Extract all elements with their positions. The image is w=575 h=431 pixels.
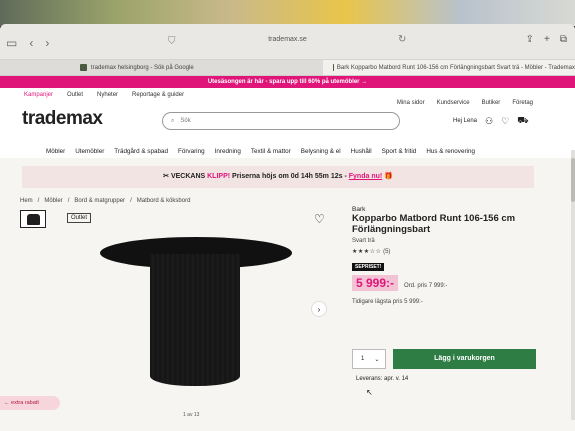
image-pager: 1 av 13 (183, 412, 200, 418)
scissors-icon: ✂ (163, 173, 169, 180)
category-item[interactable]: Sport & fritid (382, 148, 417, 155)
mouse-cursor-icon: ↖ (366, 388, 373, 397)
review-count: (5) (383, 249, 391, 255)
product-section: Outlet ♡ › Bark Kopparbo Matbord Runt 10… (0, 204, 575, 431)
category-item[interactable]: Hushåll (351, 148, 372, 155)
category-item[interactable]: Utemöbler (75, 148, 104, 155)
flash-link[interactable]: Fynda nu! (349, 173, 382, 180)
category-item[interactable]: Trädgård & spabad (114, 148, 168, 155)
gift-icon: 🎁 (384, 173, 393, 180)
topnav-outlet[interactable]: Outlet (67, 92, 83, 98)
user-greeting[interactable]: Hej Lena (453, 118, 477, 124)
nav-butiker[interactable]: Butiker (482, 100, 501, 106)
search-placeholder: Sök (180, 118, 191, 124)
flash-countdown: Priserna höjs om 0d 14h 55m 12s - (232, 173, 347, 180)
product-rating[interactable]: ★★★☆☆ (5) (352, 248, 542, 255)
topnav-reportage[interactable]: Reportage & guider (132, 92, 184, 98)
wishlist-heart-icon[interactable]: ♡ (314, 212, 325, 226)
quantity-value: 1 (361, 356, 365, 362)
nav-foretag[interactable]: Företag (512, 100, 533, 106)
search-icon: ⌕ (171, 117, 175, 124)
category-item[interactable]: Belysning & el (301, 148, 341, 155)
category-item[interactable]: Förvaring (178, 148, 205, 155)
thumbnail-image (27, 214, 40, 225)
user-icon[interactable]: ⚇ (485, 116, 493, 127)
category-item[interactable]: Möbler (46, 148, 65, 155)
product-color: Svart trä (352, 238, 375, 244)
sale-badge: SEPRISET! (352, 263, 385, 271)
flash-prefix: VECKANS (170, 173, 206, 180)
tab-label: Bark Kopparbo Matbord Runt 106-156 cm Fö… (336, 64, 575, 71)
site-logo[interactable]: trademax (22, 108, 103, 130)
flash-sale-banner[interactable]: ✂ VECKANS KLIPP! Priserna höjs om 0d 14h… (22, 166, 534, 188)
extra-discount-tab[interactable]: ← extra rabatt (0, 396, 60, 410)
cart-icon[interactable]: ⛟ (517, 115, 528, 127)
user-area: Hej Lena ⚇ ♡ ⛟ (453, 115, 529, 127)
tab-overview-icon[interactable]: ⧉ (560, 34, 567, 45)
product-image-pedestal (150, 254, 240, 386)
current-price: 5 999:- (352, 275, 399, 291)
delivery-estimate: Leverans: apr. v. 14 (356, 376, 409, 382)
page-scrollbar[interactable] (571, 150, 575, 420)
category-item[interactable]: Textil & mattor (251, 148, 291, 155)
top-nav: Kampanjer Outlet Nyheter Reportage & gui… (24, 92, 184, 98)
tab-google[interactable]: trademax helsingborg - Sök på Google (0, 60, 323, 75)
category-item[interactable]: Inredning (215, 148, 241, 155)
nav-kundservice[interactable]: Kundservice (437, 100, 470, 106)
flash-highlight: KLIPP! (207, 173, 231, 180)
product-thumbnail[interactable] (20, 210, 46, 228)
product-title: Kopparbo Matbord Runt 106-156 cm Förläng… (352, 213, 516, 235)
browser-toolbar: ▭ ‹ › ⛉ trademax.se ↻ ⇪ + ⧉ (0, 24, 575, 60)
site-header: Kampanjer Outlet Nyheter Reportage & gui… (0, 88, 575, 144)
add-to-cart-button[interactable]: Lägg i varukorgen (393, 349, 536, 369)
price-row: 5 999:- Ord. pris 7 999:- (352, 275, 542, 291)
chevron-down-icon: ⌄ (374, 356, 380, 363)
share-icon[interactable]: ⇪ (526, 34, 534, 45)
product-brand[interactable]: Bark (352, 206, 542, 213)
nav-mina-sidor[interactable]: Mina sidor (397, 100, 425, 106)
google-favicon-icon (80, 64, 87, 71)
tab-trademax[interactable]: Bark Kopparbo Matbord Runt 106-156 cm Fö… (322, 60, 575, 75)
topnav-nyheter[interactable]: Nyheter (97, 92, 118, 98)
product-info: Bark Kopparbo Matbord Runt 106-156 cm Fö… (352, 204, 542, 382)
scrollbar-thumb[interactable] (571, 158, 575, 202)
next-image-button[interactable]: › (311, 301, 327, 317)
topnav-kampanjer[interactable]: Kampanjer (24, 92, 53, 98)
category-item[interactable]: Hus & renovering (426, 148, 475, 155)
tab-label: trademax helsingborg - Sök på Google (91, 64, 194, 71)
quantity-select[interactable]: 1 ⌄ (352, 349, 386, 369)
address-bar[interactable]: trademax.se (0, 36, 575, 43)
new-tab-icon[interactable]: + (544, 34, 550, 45)
ordinary-price: Ord. pris 7 999:- (404, 283, 448, 289)
tab-bar: trademax helsingborg - Sök på Google Bar… (0, 60, 575, 76)
category-nav: Möbler Utemöbler Trädgård & spabad Förva… (0, 144, 575, 158)
rating-stars-icon: ★★★☆☆ (352, 249, 382, 255)
service-nav: Mina sidor Kundservice Butiker Företag (397, 100, 533, 106)
search-input[interactable]: ⌕ Sök (162, 112, 400, 130)
reload-icon[interactable]: ↻ (398, 34, 406, 45)
outlet-badge: Outlet (67, 213, 92, 223)
heart-icon[interactable]: ♡ (501, 116, 509, 127)
lowest-price-note: Tidigare lägsta pris 5 999:- (352, 299, 423, 305)
promo-banner[interactable]: Utesäsongen är här - spara upp till 60% … (0, 76, 575, 88)
browser-actions: ⇪ + ⧉ (526, 34, 567, 45)
photo-background (0, 0, 575, 26)
browser-window: ▭ ‹ › ⛉ trademax.se ↻ ⇪ + ⧉ trademax hel… (0, 24, 575, 431)
